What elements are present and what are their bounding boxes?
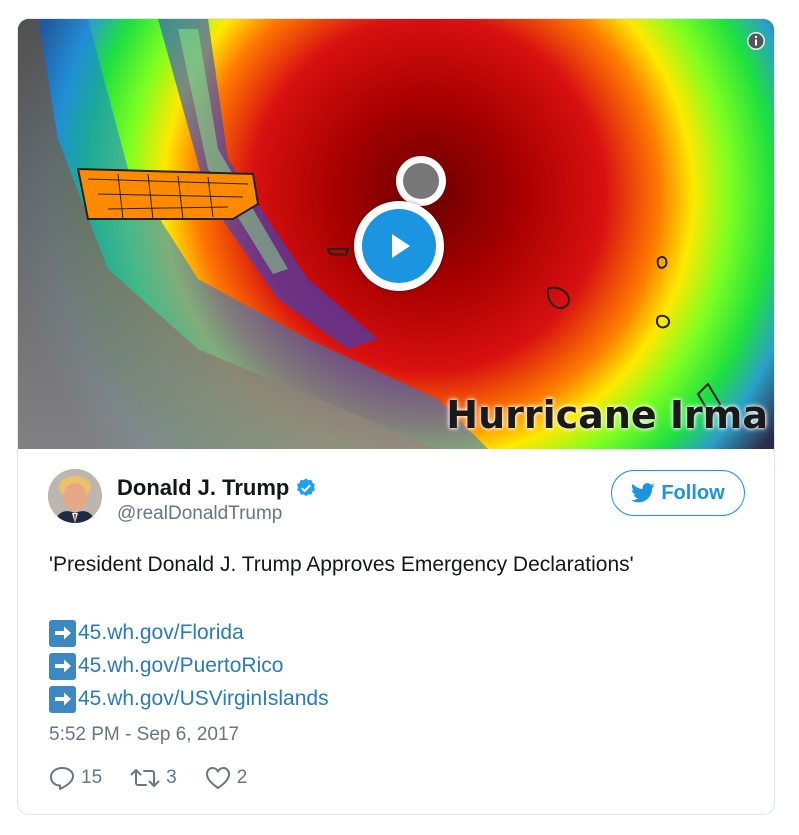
verified-badge-icon [297, 478, 316, 497]
author-name[interactable]: Donald J. Trump [117, 475, 289, 501]
like-button[interactable]: 2 [205, 766, 248, 790]
reply-count: 15 [81, 767, 103, 788]
right-arrow-icon [49, 685, 76, 713]
video-thumbnail[interactable]: Hurricane Irma [18, 19, 774, 449]
link-line: 45.wh.gov/PuertoRico [49, 651, 283, 681]
avatar[interactable] [48, 469, 102, 523]
tweet-timestamp[interactable]: 5:52 PM - Sep 6, 2017 [49, 724, 239, 746]
reply-icon [50, 767, 74, 790]
retweet-button[interactable]: 3 [130, 766, 177, 790]
heart-icon [205, 767, 230, 789]
video-title: Hurricane Irma [446, 393, 768, 437]
tweet-text: 'President Donald J. Trump Approves Emer… [49, 553, 634, 576]
play-icon [362, 209, 436, 283]
author-name-row: Donald J. Trump [117, 475, 317, 501]
right-arrow-icon [49, 619, 76, 647]
link-line: 45.wh.gov/USVirginIslands [49, 684, 329, 714]
link-puerto-rico[interactable]: 45.wh.gov/PuertoRico [78, 654, 283, 678]
tweet-card: Hurricane Irma Donald J. Trump @realDona… [17, 18, 775, 815]
info-icon[interactable] [746, 31, 766, 51]
right-arrow-icon [49, 652, 76, 680]
author-handle[interactable]: @realDonaldTrump [117, 503, 282, 525]
play-button[interactable] [354, 201, 444, 291]
follow-label: Follow [661, 481, 725, 504]
retweet-icon [130, 769, 160, 787]
like-count: 2 [236, 767, 248, 788]
link-florida[interactable]: 45.wh.gov/Florida [78, 621, 244, 645]
link-line: 45.wh.gov/Florida [49, 618, 244, 648]
retweet-count: 3 [166, 767, 177, 788]
tweet-actions: 15 3 2 [49, 764, 275, 792]
link-us-virgin-islands[interactable]: 45.wh.gov/USVirginIslands [78, 687, 329, 711]
follow-button[interactable]: Follow [611, 470, 745, 516]
reply-button[interactable]: 15 [49, 766, 102, 790]
twitter-bird-icon [631, 483, 655, 503]
